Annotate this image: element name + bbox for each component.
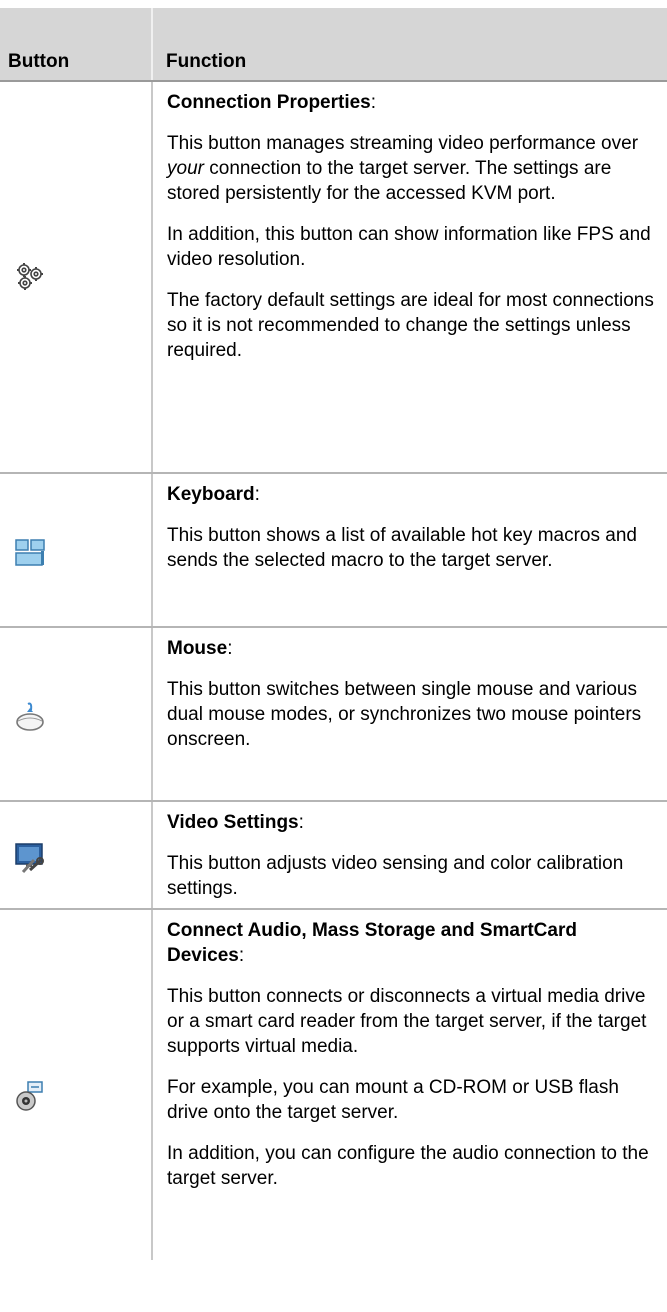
row-paragraph: In addition, this button can show inform… xyxy=(167,224,651,270)
table-row: Connection Properties: This button manag… xyxy=(0,82,667,474)
row-title: Connection Properties: xyxy=(167,92,377,113)
header-divider xyxy=(151,8,153,80)
table-row: Video Settings: This button adjusts vide… xyxy=(0,802,667,910)
row-title: Connect Audio, Mass Storage and SmartCar… xyxy=(167,920,577,966)
table-row: Keyboard: This button shows a list of av… xyxy=(0,474,667,628)
row-paragraph: This button switches between single mous… xyxy=(167,679,642,750)
table-row: Connect Audio, Mass Storage and SmartCar… xyxy=(0,910,667,1260)
function-cell: Mouse: This button switches between sing… xyxy=(153,628,667,800)
function-cell: Video Settings: This button adjusts vide… xyxy=(153,802,667,908)
row-title: Mouse: xyxy=(167,638,233,659)
row-paragraph: This button adjusts video sensing and co… xyxy=(167,853,624,899)
icon-cell xyxy=(0,802,153,908)
video-settings-icon xyxy=(14,842,46,874)
function-cell: Connect Audio, Mass Storage and SmartCar… xyxy=(153,910,667,1260)
header-function: Function xyxy=(166,51,247,72)
function-cell: Keyboard: This button shows a list of av… xyxy=(153,474,667,626)
virtual-media-icon xyxy=(14,1080,46,1112)
row-paragraph: This button manages streaming video perf… xyxy=(167,133,639,204)
mouse-icon xyxy=(14,700,46,732)
row-paragraph: For example, you can mount a CD-ROM or U… xyxy=(167,1077,619,1123)
row-title: Video Settings: xyxy=(167,812,304,833)
button-function-table: Button Function Connection Properties: T… xyxy=(0,8,667,1260)
row-paragraph: This button connects or disconnects a vi… xyxy=(167,986,647,1057)
header-button: Button xyxy=(8,51,70,72)
row-paragraph: The factory default settings are ideal f… xyxy=(167,290,654,361)
function-cell: Connection Properties: This button manag… xyxy=(153,82,667,472)
icon-cell xyxy=(0,474,153,626)
gears-icon xyxy=(14,260,46,292)
row-paragraph: In addition, you can configure the audio… xyxy=(167,1143,649,1189)
icon-cell xyxy=(0,82,153,472)
icon-cell xyxy=(0,910,153,1260)
table-header: Button Function xyxy=(0,8,667,82)
keyboard-icon xyxy=(14,537,46,569)
row-title: Keyboard: xyxy=(167,484,260,505)
row-paragraph: This button shows a list of available ho… xyxy=(167,525,637,571)
icon-cell xyxy=(0,628,153,800)
table-row: Mouse: This button switches between sing… xyxy=(0,628,667,802)
